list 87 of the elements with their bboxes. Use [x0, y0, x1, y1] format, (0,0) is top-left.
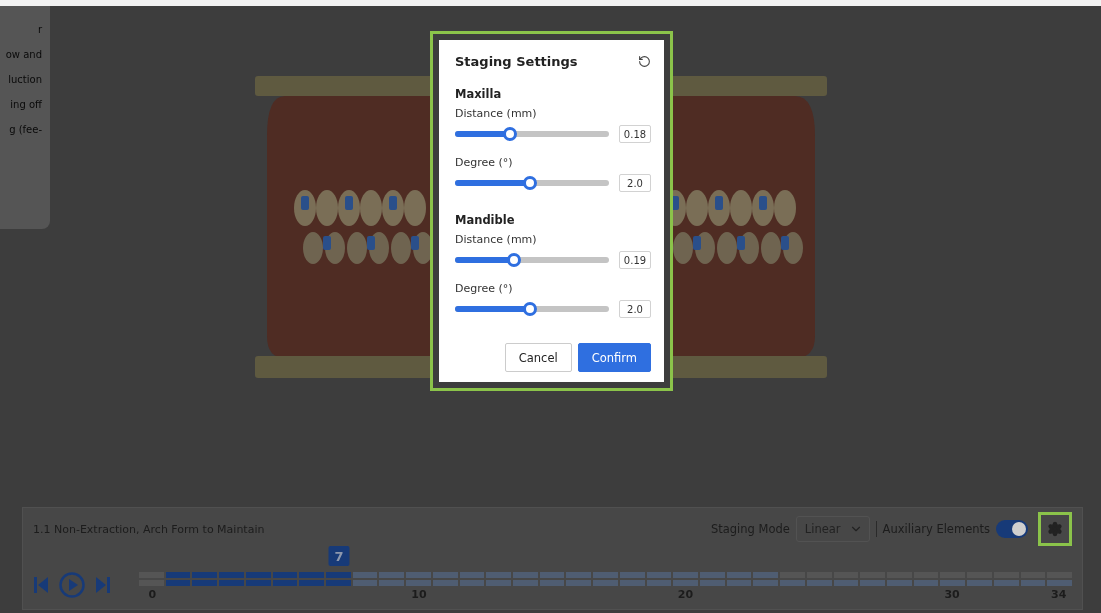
stage-segment[interactable]: [1047, 580, 1072, 586]
slider-thumb[interactable]: [506, 253, 521, 267]
stage-segment[interactable]: [753, 572, 779, 578]
group-title: Maxilla: [455, 87, 503, 101]
stage-segment[interactable]: [299, 580, 324, 586]
stage-segment[interactable]: [619, 580, 645, 586]
stage-segment[interactable]: [513, 572, 538, 578]
stage-segment[interactable]: [272, 580, 298, 586]
stage-segment[interactable]: [593, 580, 618, 586]
stage-segment[interactable]: [272, 572, 298, 578]
stage-segment[interactable]: [219, 572, 244, 578]
stage-segment[interactable]: [299, 572, 324, 578]
stage-segment[interactable]: [165, 572, 191, 578]
stage-segment[interactable]: [486, 572, 511, 578]
stage-segment[interactable]: [432, 572, 458, 578]
stage-segment[interactable]: [459, 572, 485, 578]
stage-segment[interactable]: [326, 580, 351, 586]
confirm-button[interactable]: Confirm: [577, 343, 651, 372]
stage-segment[interactable]: [486, 580, 511, 586]
stage-segment[interactable]: [726, 580, 752, 586]
stage-segment[interactable]: [646, 572, 672, 578]
stage-segment[interactable]: [165, 580, 191, 586]
stage-segment[interactable]: [940, 580, 966, 586]
stage-segment[interactable]: [379, 572, 405, 578]
stage-segment[interactable]: [593, 572, 618, 578]
slider-thumb[interactable]: [523, 302, 538, 316]
stage-segment[interactable]: [646, 580, 672, 586]
stage-segment[interactable]: [406, 572, 431, 578]
stage-segment[interactable]: [459, 580, 485, 586]
skip-back-icon[interactable]: [33, 576, 49, 594]
slider-label: Distance (mm): [455, 233, 538, 246]
stage-segment[interactable]: [432, 580, 458, 586]
gear-icon: [1047, 521, 1063, 537]
stage-segment[interactable]: [806, 580, 832, 586]
stage-segment[interactable]: [192, 572, 218, 578]
reset-icon[interactable]: [638, 55, 651, 68]
stage-segment[interactable]: [192, 580, 218, 586]
stage-segment[interactable]: [993, 580, 1019, 586]
stage-segment[interactable]: [913, 580, 939, 586]
side-panel-text: luction: [8, 74, 43, 85]
stage-segment[interactable]: [326, 572, 351, 578]
cancel-button[interactable]: Cancel: [504, 343, 572, 372]
value-field[interactable]: 0.19: [619, 251, 651, 269]
slider-thumb[interactable]: [523, 176, 538, 190]
side-panel-text: ing off: [10, 99, 43, 110]
stage-segment[interactable]: [860, 580, 885, 586]
slider-label: Distance (mm): [455, 107, 538, 120]
stage-segment[interactable]: [1020, 580, 1046, 586]
group-title: Mandible: [455, 213, 516, 227]
value-field[interactable]: 0.18: [619, 125, 651, 143]
slider-label: Degree (°): [455, 156, 514, 169]
stage-segment[interactable]: [887, 580, 912, 586]
stage-segment[interactable]: [539, 572, 565, 578]
stage-segment[interactable]: [726, 572, 752, 578]
stage-segment[interactable]: [833, 580, 859, 586]
stage-segment[interactable]: [673, 580, 698, 586]
stage-segment[interactable]: [566, 580, 592, 586]
stage-segment[interactable]: [967, 580, 992, 586]
stage-segment[interactable]: [406, 580, 431, 586]
slider-thumb[interactable]: [503, 127, 518, 141]
side-panel-text: g (fee-: [9, 124, 43, 135]
current-stage-badge: 7: [328, 546, 350, 566]
stage-segment[interactable]: [566, 572, 592, 578]
value-field[interactable]: 2.0: [619, 174, 651, 192]
dialog-title: Staging Settings: [455, 54, 578, 69]
side-panel-text: r: [37, 24, 43, 35]
stage-segment[interactable]: [619, 572, 645, 578]
stage-segment[interactable]: [352, 572, 378, 578]
skip-forward-icon[interactable]: [95, 576, 111, 594]
play-icon[interactable]: [59, 572, 85, 598]
settings-button[interactable]: [1038, 512, 1072, 546]
stage-segment[interactable]: [219, 580, 244, 586]
stage-segment[interactable]: [700, 580, 725, 586]
stage-segment[interactable]: [539, 580, 565, 586]
stage-segment[interactable]: [673, 572, 698, 578]
stage-segment[interactable]: [780, 580, 805, 586]
stage-segment[interactable]: [700, 572, 725, 578]
stage-segment[interactable]: [753, 580, 779, 586]
stage-segment[interactable]: [245, 580, 271, 586]
stage-segment[interactable]: [245, 572, 271, 578]
stage-segment[interactable]: [379, 580, 405, 586]
value-field[interactable]: 2.0: [619, 300, 651, 318]
stage-segment[interactable]: [513, 580, 538, 586]
auxiliary-elements-toggle[interactable]: [996, 520, 1028, 538]
slider-label: Degree (°): [455, 282, 514, 295]
side-panel-text: ow and: [5, 49, 43, 60]
stage-segment[interactable]: [352, 580, 378, 586]
